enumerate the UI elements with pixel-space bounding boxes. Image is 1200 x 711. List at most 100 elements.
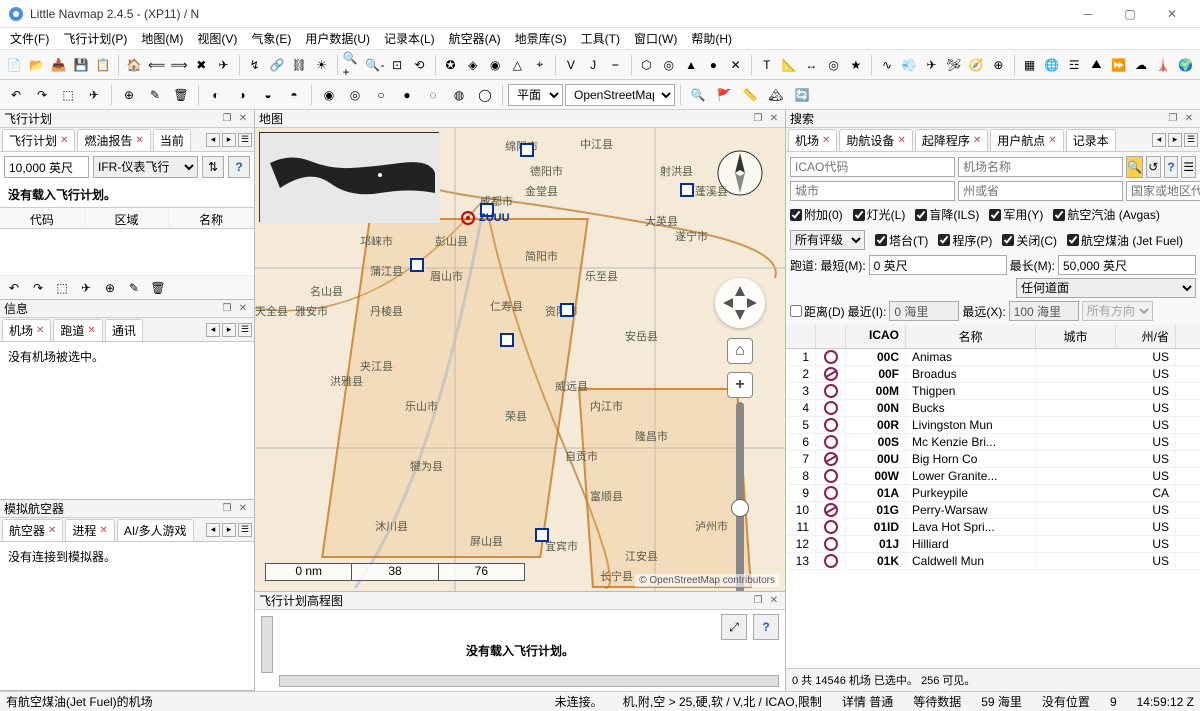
- compass-icon[interactable]: 🧭: [966, 53, 986, 77]
- edit-icon[interactable]: ✎: [143, 83, 167, 107]
- undo-icon[interactable]: ↶: [4, 278, 24, 298]
- heading-select[interactable]: 所有方向: [1082, 301, 1153, 321]
- menu-item[interactable]: 气象(E): [245, 28, 297, 49]
- menu-icon[interactable]: ☰: [1181, 156, 1196, 178]
- add-icon[interactable]: ⊕: [100, 278, 120, 298]
- tab-ai[interactable]: AI/多人游戏: [117, 519, 194, 541]
- rwy-min-input[interactable]: [869, 255, 1007, 275]
- mtn-icon[interactable]: ⛰: [1086, 53, 1106, 77]
- append-icon[interactable]: 📥: [49, 53, 69, 77]
- airport-icon[interactable]: ✪: [440, 53, 460, 77]
- airspace-icon[interactable]: ⬡: [636, 53, 656, 77]
- tab-navaid[interactable]: 助航设备✕: [839, 129, 912, 151]
- saveas-icon[interactable]: 📋: [93, 53, 113, 77]
- rules-select[interactable]: IFR-仪表飞行: [93, 156, 198, 178]
- tab-current[interactable]: 当前: [153, 129, 191, 151]
- menu-item[interactable]: 航空器(A): [443, 28, 507, 49]
- rwy-max-input[interactable]: [1058, 255, 1196, 275]
- altitude-input[interactable]: [4, 156, 89, 178]
- restore-icon[interactable]: ❐: [220, 302, 234, 316]
- table-row[interactable]: 901APurkeypileCA: [786, 485, 1200, 502]
- tab-next[interactable]: ▸: [222, 323, 236, 337]
- cb-mil[interactable]: 军用(Y): [989, 206, 1043, 223]
- grid-icon[interactable]: ▦: [1019, 53, 1039, 77]
- tab-menu[interactable]: ☰: [238, 523, 252, 537]
- help-icon[interactable]: ?: [1164, 156, 1179, 178]
- p2-icon[interactable]: ◑: [230, 83, 254, 107]
- find-icon[interactable]: 🔍: [686, 83, 710, 107]
- tab-runway[interactable]: 跑道✕: [53, 319, 102, 341]
- close-icon[interactable]: ✕: [1182, 112, 1196, 126]
- aircraft-icon[interactable]: ✈: [213, 53, 233, 77]
- ndb-icon[interactable]: ◉: [485, 53, 505, 77]
- wpt-icon[interactable]: △: [507, 53, 527, 77]
- zoom-slider[interactable]: ⌂ + −: [727, 338, 753, 591]
- menu-item[interactable]: 帮助(H): [685, 28, 738, 49]
- elev-hscroll[interactable]: [279, 675, 779, 687]
- table-row[interactable]: 300MThigpenUS: [786, 383, 1200, 400]
- zoom-handle[interactable]: [731, 499, 749, 517]
- route-icon[interactable]: ↯: [245, 53, 265, 77]
- tab-close-icon[interactable]: ✕: [135, 135, 143, 146]
- text-icon[interactable]: T: [757, 53, 777, 77]
- sun-icon[interactable]: ☀: [311, 53, 331, 77]
- country-input[interactable]: [1126, 181, 1200, 201]
- unlink-icon[interactable]: ⛓: [289, 53, 309, 77]
- refresh-icon[interactable]: 🔄: [790, 83, 814, 107]
- rings-icon[interactable]: ◎: [823, 53, 843, 77]
- c3-icon[interactable]: ○: [369, 83, 393, 107]
- tab-userpt[interactable]: 用户航点✕: [990, 129, 1063, 151]
- back-icon[interactable]: ⟸: [147, 53, 167, 77]
- world-icon[interactable]: 🌍: [1175, 53, 1195, 77]
- tab-flightplan[interactable]: 飞行计划✕: [2, 129, 75, 151]
- star-icon[interactable]: ★: [846, 53, 866, 77]
- edit-icon[interactable]: ✎: [124, 278, 144, 298]
- overview-map[interactable]: [259, 132, 439, 222]
- measure-icon[interactable]: 📐: [779, 53, 799, 77]
- navaid-icon[interactable]: [410, 258, 424, 272]
- min-button[interactable]: ─: [1068, 2, 1108, 26]
- redo-icon[interactable]: ↷: [30, 83, 54, 107]
- p3-icon[interactable]: ◒: [256, 83, 280, 107]
- close-icon[interactable]: ✕: [236, 502, 250, 516]
- link-icon[interactable]: 🔗: [267, 53, 287, 77]
- remove-icon[interactable]: ✖: [191, 53, 211, 77]
- maptheme-select[interactable]: OpenStreetMap: [565, 84, 675, 106]
- cb-ils[interactable]: 盲降(ILS): [915, 206, 979, 223]
- layer-icon[interactable]: ☲: [1064, 53, 1084, 77]
- c5-icon[interactable]: ◌: [421, 83, 445, 107]
- projection-select[interactable]: 平面: [508, 84, 563, 106]
- reset-icon[interactable]: ↺: [1146, 156, 1161, 178]
- tab-progress[interactable]: 进程✕: [65, 519, 114, 541]
- zoomin-icon[interactable]: 🔍+: [342, 53, 362, 77]
- new-icon[interactable]: 📄: [4, 53, 24, 77]
- c2-icon[interactable]: ◎: [343, 83, 367, 107]
- c6-icon[interactable]: ◍: [447, 83, 471, 107]
- distance-icon[interactable]: ↔: [801, 53, 821, 77]
- table-row[interactable]: 1101IDLava Hot Spri...US: [786, 519, 1200, 536]
- home-icon[interactable]: ⌂: [727, 338, 753, 364]
- table-row[interactable]: 700UBig Horn CoUS: [786, 451, 1200, 468]
- tab-next[interactable]: ▸: [222, 523, 236, 537]
- navaid-icon[interactable]: [520, 143, 534, 157]
- flag-icon[interactable]: 🚩: [712, 83, 736, 107]
- open-icon[interactable]: 📂: [26, 53, 46, 77]
- tower-icon[interactable]: 🗼: [1153, 53, 1173, 77]
- track-icon[interactable]: ⎯: [605, 53, 625, 77]
- zoom-in-icon[interactable]: +: [727, 372, 753, 398]
- tab-close-icon[interactable]: ✕: [60, 135, 68, 146]
- speed-icon[interactable]: ⏩: [1109, 53, 1129, 77]
- name-input[interactable]: [958, 157, 1123, 177]
- cb-distance[interactable]: 距离(D): [790, 303, 845, 320]
- near-input[interactable]: [889, 301, 959, 321]
- target-icon[interactable]: ⊕: [988, 53, 1008, 77]
- state-input[interactable]: [958, 181, 1123, 201]
- triangle-icon[interactable]: ▲: [681, 53, 701, 77]
- zoomreset-icon[interactable]: ⟲: [409, 53, 429, 77]
- navaid-icon[interactable]: [560, 303, 574, 317]
- delete-icon[interactable]: 🗑: [148, 278, 168, 298]
- ring-icon[interactable]: ◎: [659, 53, 679, 77]
- tab-prev[interactable]: ◂: [206, 133, 220, 147]
- close-icon[interactable]: ✕: [767, 594, 781, 608]
- menu-item[interactable]: 用户数据(U): [299, 28, 376, 49]
